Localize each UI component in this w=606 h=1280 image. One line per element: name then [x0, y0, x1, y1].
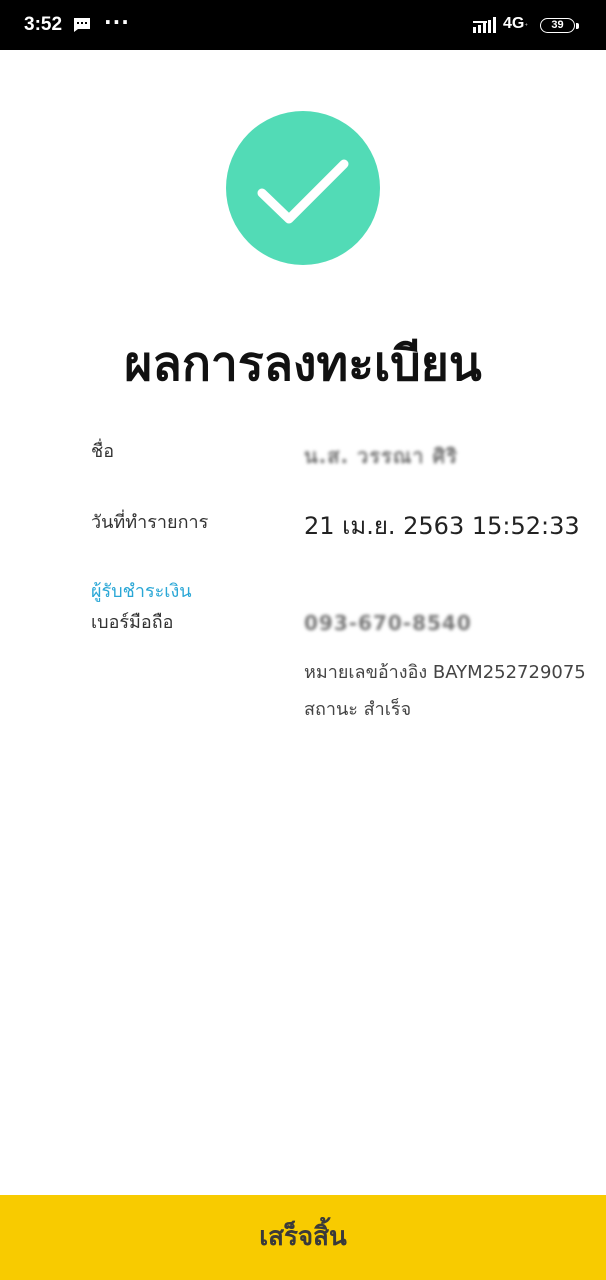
status-bar: 3:52 ··· 4G⁺ 39 [0, 0, 606, 50]
page-title: ผลการลงทะเบียน [124, 336, 482, 392]
network-sub: ⁺ [524, 23, 529, 30]
mobile-value: 093-670-8540 [304, 611, 472, 635]
message-icon [73, 17, 91, 37]
signal-icon [473, 17, 499, 37]
date-label: วันที่ทำรายการ [91, 512, 209, 533]
name-value: น.ส. วรรณา ศิริ [304, 444, 458, 468]
network-label: 4G [503, 15, 525, 32]
payee-label: ผู้รับชำระเงิน [91, 581, 192, 602]
name-label: ชื่อ [91, 441, 115, 462]
mobile-label: เบอร์มือถือ [91, 612, 174, 633]
battery-icon: 39 [540, 18, 579, 33]
status-text: สถานะ สำเร็จ [304, 699, 412, 720]
more-notifications-icon: ··· [104, 10, 130, 34]
success-badge [226, 111, 380, 265]
check-icon [257, 159, 349, 224]
reference-number: หมายเลขอ้างอิง BAYM252729075 [304, 662, 586, 683]
date-value: 21 เม.ย. 2563 15:52:33 [304, 512, 580, 540]
network-type: 4G⁺ [503, 15, 528, 33]
done-button[interactable]: เสร็จสิ้น [0, 1195, 606, 1280]
status-time: 3:52 [24, 14, 63, 35]
